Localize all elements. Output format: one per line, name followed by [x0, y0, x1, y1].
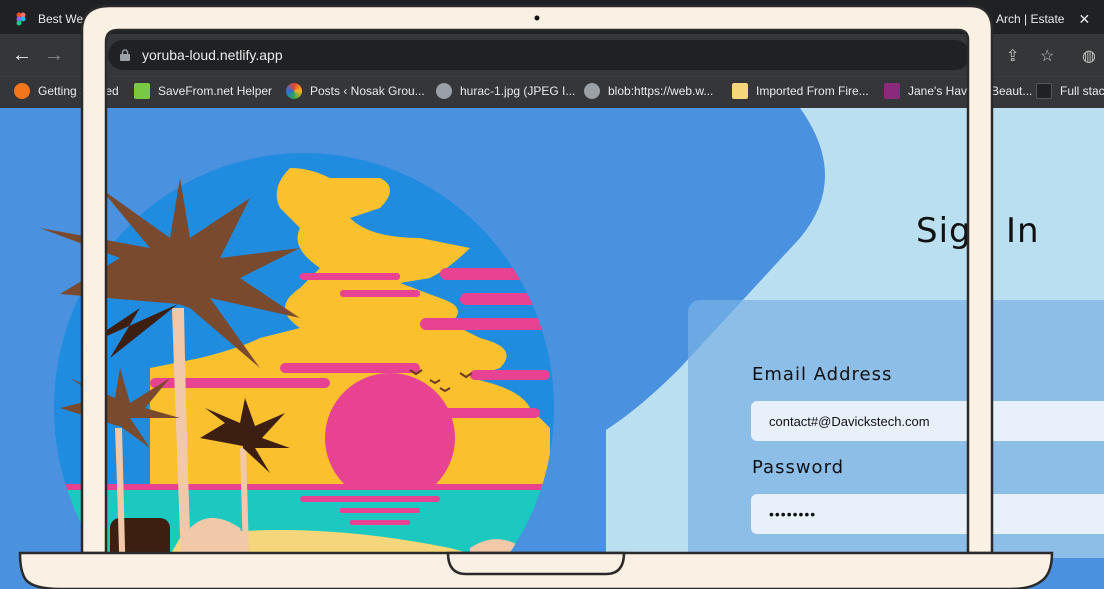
url-text: yoruba-loud.netlify.app [142, 47, 283, 63]
browser-toolbar: ← → yoruba-loud.netlify.app ⇪ ☆ ◍ [0, 34, 1104, 76]
bookmark-janes-haven[interactable]: Jane's Haven - Beaut... [884, 83, 1032, 99]
bookmark-label: Imported From Fire... [756, 84, 869, 98]
extension-icon[interactable]: ◍ [1082, 46, 1096, 66]
address-bar[interactable]: yoruba-loud.netlify.app [108, 40, 970, 70]
page-icon [1036, 83, 1052, 99]
bookmarks-bar: Getting Started SaveFrom.net Helper Post… [0, 76, 1104, 108]
lock-icon [120, 49, 130, 61]
bookmark-label: blob:https://web.w... [608, 84, 714, 98]
firefox-icon [14, 83, 30, 99]
email-field[interactable] [751, 401, 1104, 441]
tab-best-web[interactable]: Best We [14, 4, 83, 34]
bookmark-hurac[interactable]: hurac-1.jpg (JPEG I... [436, 83, 575, 99]
password-field[interactable]: •••••••• [751, 494, 1104, 534]
share-icon[interactable]: ⇪ [1006, 46, 1019, 66]
password-label: Password [752, 457, 845, 478]
bookmark-blob[interactable]: blob:https://web.w... [584, 83, 713, 99]
tab-title: Best We [38, 12, 84, 26]
bookmark-label: Full stack [1060, 84, 1104, 98]
globe-icon [584, 83, 600, 99]
bookmark-posts[interactable]: Posts ‹ Nosak Grou... [286, 83, 425, 99]
email-label: Email Address [752, 364, 893, 385]
forward-arrow-icon[interactable]: → [44, 44, 64, 66]
bookmark-imported[interactable]: Imported From Fire... [732, 83, 869, 99]
site-icon [884, 83, 900, 99]
bookmark-savefrom[interactable]: SaveFrom.net Helper [134, 83, 272, 99]
close-icon[interactable]: ✕ [1078, 11, 1090, 28]
back-arrow-icon[interactable]: ← [12, 44, 32, 66]
folder-icon [732, 83, 748, 99]
star-icon[interactable]: ☆ [1040, 46, 1054, 66]
tab-arch-estate[interactable]: Arch | Estate ✕ [974, 4, 1104, 34]
bookmark-label: SaveFrom.net Helper [158, 84, 273, 98]
bookmark-label: Posts ‹ Nosak Grou... [310, 84, 425, 98]
bookmark-label: hurac-1.jpg (JPEG I... [460, 84, 576, 98]
figma-icon [16, 12, 26, 26]
globe-icon [436, 83, 452, 99]
bookmark-full-stack[interactable]: Full stack [1036, 83, 1104, 99]
download-arrow-icon [134, 83, 150, 99]
wordpress-icon [286, 83, 302, 99]
tab-title: Arch | Estate [996, 12, 1065, 26]
page-content: Sign In Email Address Password •••••••• [0, 108, 1104, 589]
